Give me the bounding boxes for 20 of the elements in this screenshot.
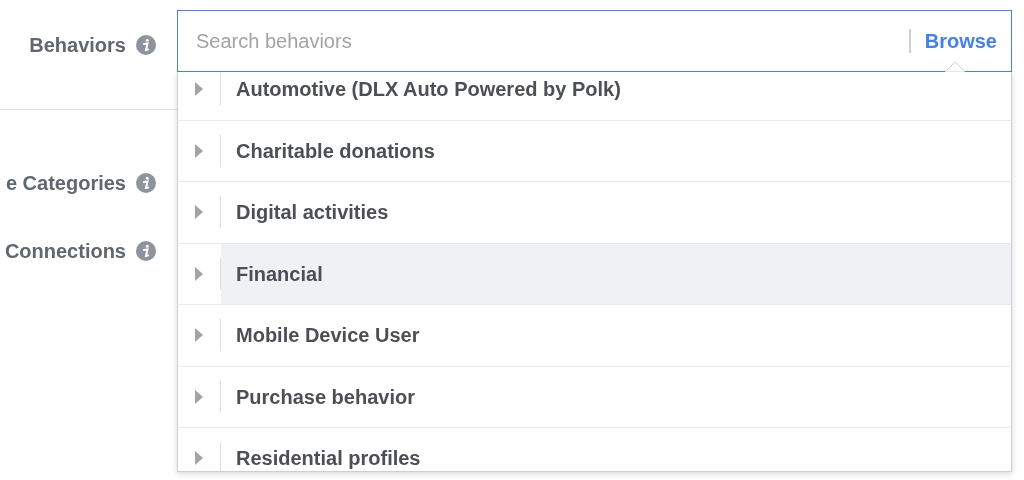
category-item[interactable]: Automotive (DLX Auto Powered by Polk): [221, 72, 1011, 120]
category-item[interactable]: Financial: [221, 243, 1011, 304]
field-label: Connections: [4, 239, 126, 264]
field-label: Behaviors: [29, 33, 126, 58]
expand-arrow-icon[interactable]: [194, 205, 204, 220]
info-icon[interactable]: [136, 241, 156, 261]
search-field[interactable]: Search behaviors Browse: [177, 10, 1012, 72]
search-input[interactable]: Search behaviors: [196, 26, 909, 56]
pointer-notch-icon: [945, 61, 965, 72]
category-item[interactable]: Residential profiles: [221, 428, 1011, 471]
expand-arrow-icon[interactable]: [194, 143, 204, 158]
expand-arrow-icon[interactable]: [194, 328, 204, 343]
info-icon[interactable]: [136, 173, 156, 193]
info-icon[interactable]: [136, 35, 156, 55]
browse-link[interactable]: Browse: [924, 26, 997, 56]
expand-arrow-icon[interactable]: [194, 389, 204, 404]
expand-arrow-icon[interactable]: [194, 451, 204, 466]
expand-arrow-icon[interactable]: [194, 82, 204, 97]
field-label: e Categories: [5, 171, 126, 196]
expand-arrow-icon[interactable]: [194, 266, 204, 281]
